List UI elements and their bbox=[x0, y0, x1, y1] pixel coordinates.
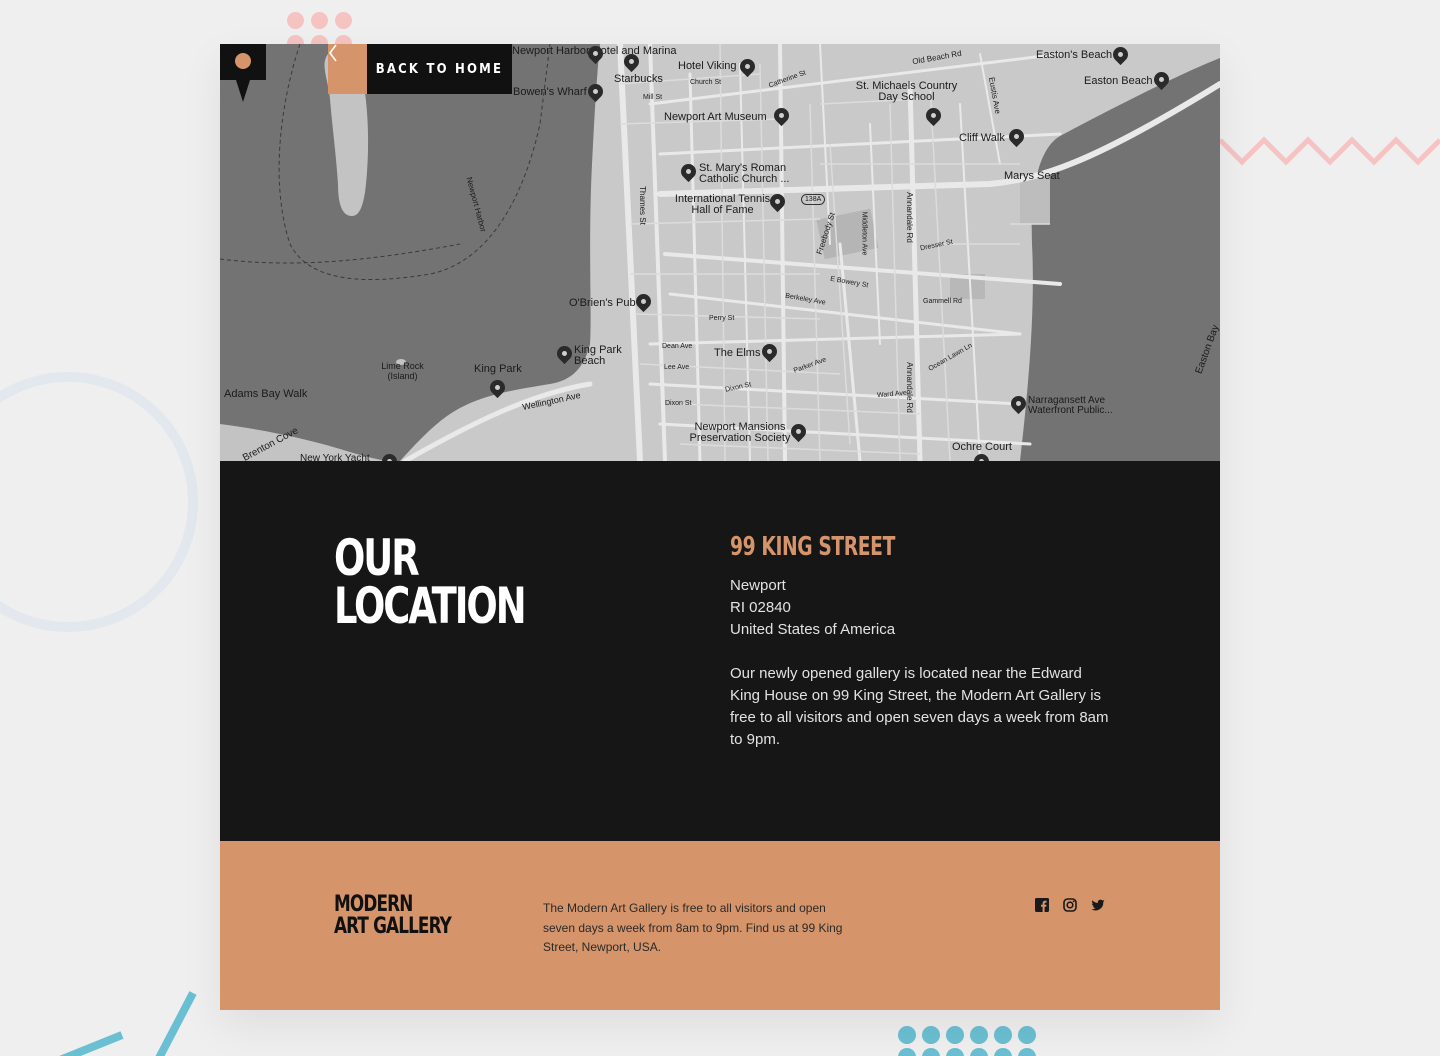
map-label: The Elms bbox=[714, 347, 761, 359]
map-label: Cliff Walk bbox=[959, 132, 1005, 144]
back-to-home-button[interactable]: BACK TO HOME bbox=[328, 44, 512, 94]
address-block: Newport RI 02840 United States of Americ… bbox=[730, 575, 895, 641]
address-state-zip: RI 02840 bbox=[730, 599, 791, 616]
footer-description: The Modern Art Gallery is free to all vi… bbox=[543, 901, 843, 954]
map-label: O'Brien's Pub bbox=[569, 297, 636, 309]
location-map[interactable]: Newport Harbor Hotel and Marina Hotel Vi… bbox=[220, 44, 1220, 461]
map-label: International Tennis Hall of Fame bbox=[674, 193, 771, 216]
map-label: Ochre Court bbox=[952, 441, 1012, 453]
map-street-label: Dixon St bbox=[665, 400, 692, 407]
map-label: Lime Rock (Island) bbox=[381, 361, 424, 381]
map-street-label: Gammell Rd bbox=[923, 298, 962, 305]
twitter-icon[interactable] bbox=[1091, 897, 1105, 911]
map-street-label: Church St bbox=[690, 79, 722, 86]
facebook-icon[interactable] bbox=[1035, 897, 1049, 912]
map-label: King Park Beach bbox=[574, 344, 622, 367]
section-title: OUR LOCATION bbox=[334, 533, 547, 631]
map-street-label: Lee Ave bbox=[664, 364, 690, 371]
location-card: Newport Harbor Hotel and Marina Hotel Vi… bbox=[220, 44, 1220, 1010]
address-city: Newport bbox=[730, 577, 786, 594]
map-label: Adams Bay Walk bbox=[224, 388, 308, 400]
location-description: Our newly opened gallery is located near… bbox=[730, 665, 1109, 748]
brand-logo[interactable]: MODERN ART GALLERY bbox=[334, 892, 452, 939]
address-heading: 99 KING STREET bbox=[730, 532, 895, 562]
map-street-label: Dean Ave bbox=[662, 343, 693, 350]
map-label: St. Mary's Roman Catholic Church ... bbox=[699, 162, 790, 185]
map-label: Newport Art Museum bbox=[664, 111, 767, 123]
decorative-blue-dots bbox=[896, 1024, 1046, 1056]
brand-line2: ART GALLERY bbox=[334, 914, 452, 939]
location-section: OUR LOCATION 99 KING STREET Newport RI 0… bbox=[220, 461, 1220, 841]
decorative-pink-dots bbox=[287, 10, 357, 52]
section-title-line2: LOCATION bbox=[334, 577, 527, 635]
instagram-icon[interactable] bbox=[1063, 897, 1077, 912]
social-links bbox=[1035, 897, 1105, 912]
decorative-ring bbox=[0, 372, 198, 632]
map-street-label: Annandale Rd bbox=[904, 362, 914, 413]
map-street-label: Annandale Rd bbox=[904, 192, 914, 243]
map-label: New York Yacht bbox=[300, 453, 370, 461]
map-label: Bowen's Wharf bbox=[513, 86, 587, 98]
map-label: Hotel Viking bbox=[678, 60, 737, 72]
map-label: Easton Beach bbox=[1084, 75, 1153, 87]
gallery-location-pin-icon[interactable] bbox=[220, 44, 266, 104]
map-label: St. Michaels Country Day School bbox=[855, 80, 958, 103]
map-label: Starbucks bbox=[614, 73, 663, 85]
map-street-label: Perry St bbox=[709, 315, 735, 322]
map-street-label: Thames St bbox=[637, 186, 647, 225]
decorative-sticks bbox=[59, 991, 197, 1056]
brand-line1: MODERN bbox=[334, 892, 413, 917]
map-label: Newport Mansions Preservation Society bbox=[689, 421, 791, 444]
map-street-label: Middleton Ave bbox=[860, 211, 868, 256]
address-country: United States of America bbox=[730, 621, 896, 638]
map-label: Easton's Beach bbox=[1036, 49, 1113, 61]
map-label: Marys Seat bbox=[1004, 170, 1060, 182]
map-label: King Park bbox=[474, 363, 522, 375]
back-to-home-label: BACK TO HOME bbox=[367, 44, 512, 94]
map-route-shield: 138A bbox=[801, 194, 826, 205]
map-label: Narragansett Ave Waterfront Public... bbox=[1028, 395, 1113, 416]
chevron-left-icon bbox=[328, 44, 367, 94]
footer: MODERN ART GALLERY The Modern Art Galler… bbox=[220, 841, 1220, 1010]
decorative-zigzag bbox=[1220, 136, 1440, 166]
map-street-label: Mill St bbox=[643, 94, 663, 101]
